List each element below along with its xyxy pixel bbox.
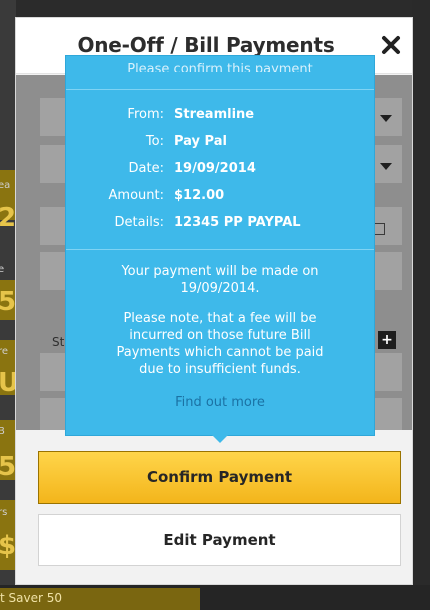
detail-value: 12345 PP PAYPAL <box>174 215 301 230</box>
payment-confirmation-popover: Please confirm this payment From: Stream… <box>65 55 375 436</box>
background-fragment: rs <box>0 507 8 518</box>
popover-divider <box>66 89 374 90</box>
detail-row-to: To: Pay Pal <box>66 134 374 154</box>
close-icon[interactable] <box>380 34 402 56</box>
detail-row-amount: Amount: $12.00 <box>66 188 374 208</box>
plus-icon[interactable]: + <box>378 331 396 349</box>
background-right-column <box>412 0 430 610</box>
payment-date-note: Your payment will be made on 19/09/2014. <box>121 264 319 296</box>
detail-row-date: Date: 19/09/2014 <box>66 161 374 181</box>
background-left-column: ea 2 e 5 re U B 5 rs $1 <box>0 0 16 610</box>
detail-label: Amount: <box>108 188 164 203</box>
dropdown-arrow-icon <box>380 115 392 122</box>
detail-label: To: <box>145 134 164 149</box>
detail-label: Date: <box>128 161 164 176</box>
background-fragment: $1 <box>0 531 16 561</box>
popover-divider <box>66 249 374 250</box>
detail-value: Streamline <box>174 107 255 122</box>
detail-label: Details: <box>114 215 164 230</box>
detail-row-details: Details: 12345 PP PAYPAL <box>66 215 374 235</box>
find-out-more-link[interactable]: Find out more <box>66 395 374 410</box>
modal-title: One-Off / Bill Payments <box>77 33 335 57</box>
detail-value: $12.00 <box>174 188 225 203</box>
dropdown-arrow-icon <box>380 163 392 170</box>
background-fragment: 2 <box>0 203 16 233</box>
detail-row-from: From: Streamline <box>66 107 374 127</box>
background-fragment: 5 <box>0 287 16 317</box>
background-fragment: B <box>0 426 5 437</box>
background-fragment: e <box>0 264 5 275</box>
detail-value: 19/09/2014 <box>174 161 256 176</box>
background-fragment: re <box>0 346 9 357</box>
background-fragment: 5 <box>0 452 16 482</box>
popover-heading: Please confirm this payment <box>127 62 313 72</box>
popover-pointer <box>212 435 228 443</box>
background-account-label: t Saver 50 <box>0 588 200 610</box>
insufficient-funds-note: Please note, that a fee will be incurred… <box>116 311 324 377</box>
background-fragment: U <box>0 368 16 398</box>
detail-value: Pay Pal <box>174 134 227 149</box>
confirm-payment-button[interactable]: Confirm Payment <box>38 451 401 504</box>
detail-label: From: <box>127 107 164 122</box>
background-fragment: ea <box>0 180 11 191</box>
edit-payment-button[interactable]: Edit Payment <box>38 514 401 566</box>
